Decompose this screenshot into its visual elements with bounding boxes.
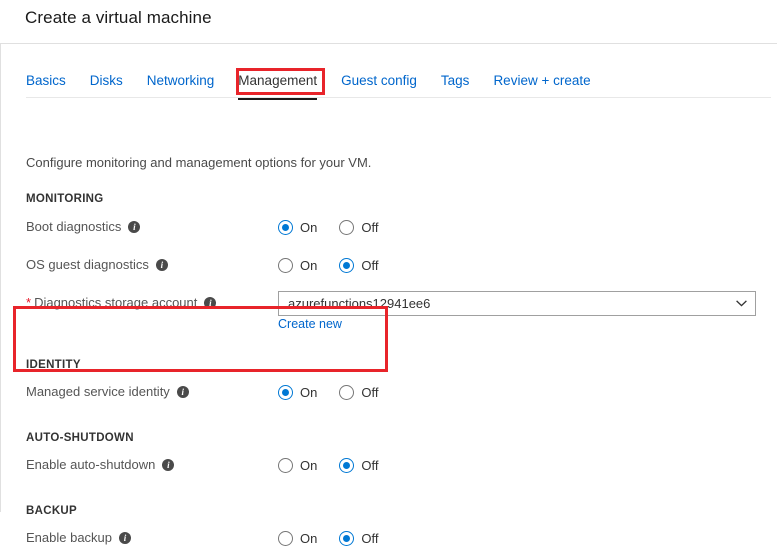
radio-group-enable-backup: On Off: [278, 529, 378, 547]
radio-label: On: [300, 531, 317, 546]
info-icon[interactable]: i: [156, 259, 168, 271]
radio-boot-diagnostics-on[interactable]: On: [278, 220, 317, 235]
blade-body: Basics Disks Networking Management Guest…: [0, 44, 777, 512]
page-title: Create a virtual machine: [25, 8, 212, 28]
radio-circle-icon: [339, 220, 354, 235]
diagnostics-storage-account-dropdown[interactable]: azurefunctions12941ee6: [278, 291, 756, 316]
radio-label: Off: [361, 220, 378, 235]
radio-boot-diagnostics-off[interactable]: Off: [339, 220, 378, 235]
radio-enable-backup-on[interactable]: On: [278, 531, 317, 546]
label-os-guest-diagnostics: OS guest diagnostics i: [26, 257, 168, 273]
tab-networking[interactable]: Networking: [147, 72, 215, 98]
label-diagnostics-storage-account: * Diagnostics storage account i: [26, 295, 216, 311]
radio-group-managed-service-identity: On Off: [278, 383, 378, 401]
radio-circle-icon: [278, 385, 293, 400]
info-icon[interactable]: i: [162, 459, 174, 471]
label-enable-backup: Enable backup i: [26, 530, 131, 546]
label-enable-auto-shutdown: Enable auto-shutdown i: [26, 457, 174, 473]
label-boot-diagnostics: Boot diagnostics i: [26, 219, 140, 235]
radio-enable-auto-shutdown-on[interactable]: On: [278, 458, 317, 473]
tab-management[interactable]: Management: [238, 72, 317, 100]
tab-bar-divider: [26, 97, 771, 98]
label-enable-auto-shutdown-text: Enable auto-shutdown: [26, 457, 155, 473]
radio-label: On: [300, 220, 317, 235]
required-marker: *: [26, 295, 31, 311]
radio-enable-backup-off[interactable]: Off: [339, 531, 378, 546]
radio-group-boot-diagnostics: On Off: [278, 218, 378, 236]
label-os-guest-diagnostics-text: OS guest diagnostics: [26, 257, 149, 273]
chevron-down-icon: [727, 300, 755, 307]
label-enable-backup-text: Enable backup: [26, 530, 112, 546]
label-boot-diagnostics-text: Boot diagnostics: [26, 219, 121, 235]
radio-circle-icon: [339, 385, 354, 400]
tab-basics[interactable]: Basics: [26, 72, 66, 98]
radio-label: Off: [361, 385, 378, 400]
radio-managed-service-identity-on[interactable]: On: [278, 385, 317, 400]
radio-circle-icon: [278, 531, 293, 546]
radio-group-os-guest-diagnostics: On Off: [278, 256, 378, 274]
label-diagnostics-storage-account-text: Diagnostics storage account: [34, 295, 197, 311]
radio-group-enable-auto-shutdown: On Off: [278, 456, 378, 474]
radio-managed-service-identity-off[interactable]: Off: [339, 385, 378, 400]
section-heading-auto-shutdown: AUTO-SHUTDOWN: [26, 432, 134, 444]
radio-label: On: [300, 458, 317, 473]
radio-circle-icon: [278, 458, 293, 473]
info-icon[interactable]: i: [177, 386, 189, 398]
section-heading-identity: IDENTITY: [26, 359, 81, 371]
radio-circle-icon: [339, 531, 354, 546]
radio-label: Off: [361, 258, 378, 273]
dropdown-selected-value: azurefunctions12941ee6: [288, 296, 727, 311]
tab-review-create[interactable]: Review + create: [493, 72, 590, 98]
label-managed-service-identity-text: Managed service identity: [26, 384, 170, 400]
tab-tags[interactable]: Tags: [441, 72, 470, 98]
info-icon[interactable]: i: [128, 221, 140, 233]
tab-disks[interactable]: Disks: [90, 72, 123, 98]
create-new-storage-account-link[interactable]: Create new: [278, 317, 342, 331]
radio-circle-icon: [339, 258, 354, 273]
radio-circle-icon: [278, 258, 293, 273]
info-icon[interactable]: i: [204, 297, 216, 309]
radio-circle-icon: [339, 458, 354, 473]
radio-circle-icon: [278, 220, 293, 235]
label-managed-service-identity: Managed service identity i: [26, 384, 189, 400]
radio-label: Off: [361, 531, 378, 546]
blade-header: Create a virtual machine: [0, 0, 777, 44]
intro-description: Configure monitoring and management opti…: [26, 155, 371, 170]
radio-label: Off: [361, 458, 378, 473]
section-heading-monitoring: MONITORING: [26, 193, 104, 205]
radio-label: On: [300, 385, 317, 400]
info-icon[interactable]: i: [119, 532, 131, 544]
tab-bar: Basics Disks Networking Management Guest…: [26, 72, 591, 100]
radio-os-guest-diagnostics-on[interactable]: On: [278, 258, 317, 273]
section-heading-backup: BACKUP: [26, 505, 77, 517]
radio-os-guest-diagnostics-off[interactable]: Off: [339, 258, 378, 273]
radio-label: On: [300, 258, 317, 273]
tab-guest-config[interactable]: Guest config: [341, 72, 417, 98]
radio-enable-auto-shutdown-off[interactable]: Off: [339, 458, 378, 473]
